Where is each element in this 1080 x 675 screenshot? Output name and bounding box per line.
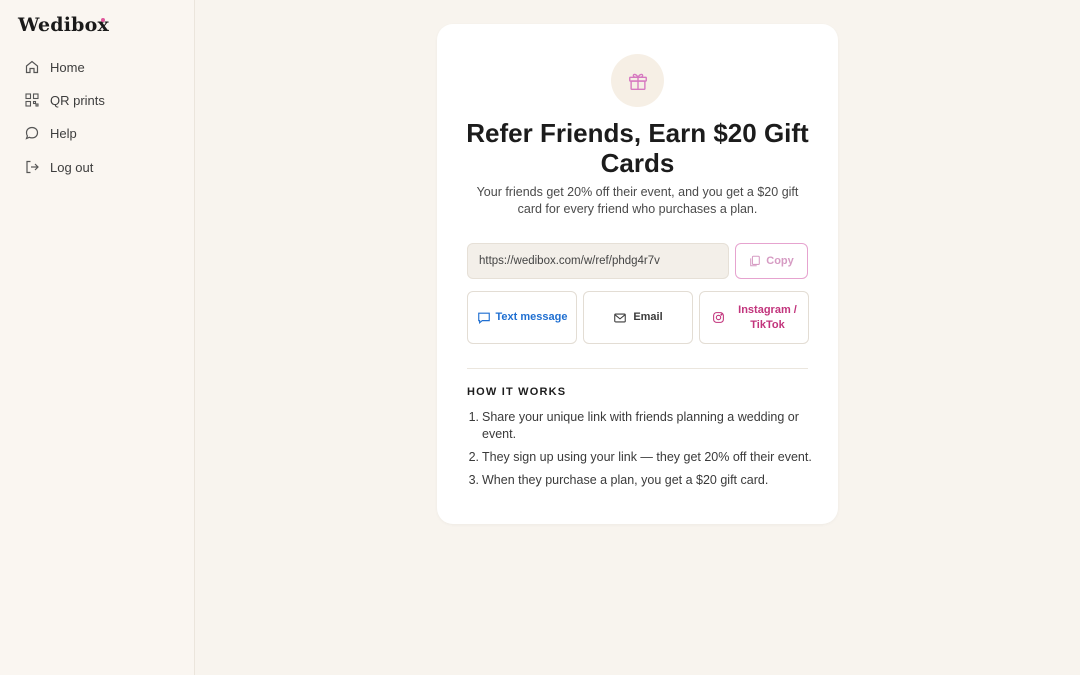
copy-button[interactable]: Copy bbox=[735, 243, 808, 279]
step-text: Share your unique link with friends plan… bbox=[482, 410, 799, 441]
mail-icon bbox=[614, 313, 627, 322]
step-text: When they purchase a plan, you get a $20… bbox=[482, 473, 769, 487]
logout-icon bbox=[26, 160, 39, 174]
how-it-works-title: HOW IT WORKS bbox=[467, 386, 567, 398]
sidebar-item-qr-prints[interactable]: QR prints bbox=[22, 86, 182, 114]
sidebar-item-log-out[interactable]: Log out bbox=[22, 153, 182, 181]
step-number: 3. bbox=[468, 473, 479, 487]
logo[interactable]: Wedibox bbox=[18, 14, 109, 36]
referral-card: Refer Friends, Earn $20 Gift Cards Your … bbox=[437, 24, 838, 524]
list-item: 3. When they purchase a plan, you get a … bbox=[467, 472, 812, 489]
list-item: 2. They sign up using your link — they g… bbox=[467, 449, 812, 466]
instagram-icon bbox=[712, 312, 724, 323]
list-item: 1. Share your unique link with friends p… bbox=[467, 409, 812, 443]
page-title: Refer Friends, Earn $20 Gift Cards bbox=[466, 118, 809, 178]
chat-bubble-icon bbox=[25, 126, 39, 140]
divider bbox=[467, 368, 808, 369]
qr-icon bbox=[25, 93, 39, 107]
copy-button-label: Copy bbox=[766, 255, 794, 267]
text-message-label: Text message bbox=[495, 311, 568, 323]
email-label: Email bbox=[633, 311, 663, 323]
gift-icon-circle bbox=[611, 54, 664, 107]
referral-link-field[interactable]: https://wedibox.com/w/ref/phdg4r7v bbox=[467, 243, 729, 279]
sidebar: Wedibox Home QR prints Help Log out bbox=[0, 0, 195, 675]
email-button[interactable]: Email bbox=[583, 291, 693, 344]
sidebar-item-label: Help bbox=[50, 125, 77, 141]
page-subtitle: Your friends get 20% off their event, an… bbox=[476, 185, 799, 216]
instagram-tiktok-button[interactable]: Instagram / TikTok bbox=[699, 291, 809, 344]
how-it-works-list: 1. Share your unique link with friends p… bbox=[467, 409, 812, 495]
text-message-button[interactable]: Text message bbox=[467, 291, 577, 344]
sidebar-item-help[interactable]: Help bbox=[22, 119, 182, 147]
sidebar-item-home[interactable]: Home bbox=[22, 53, 182, 81]
step-text: They sign up using your link — they get … bbox=[482, 450, 812, 464]
copy-icon bbox=[750, 255, 761, 267]
step-number: 1. bbox=[468, 410, 479, 424]
home-icon bbox=[25, 60, 39, 74]
gift-icon bbox=[628, 73, 647, 90]
step-number: 2. bbox=[468, 450, 479, 464]
logo-dot bbox=[101, 18, 105, 22]
sidebar-item-label: Log out bbox=[50, 159, 94, 175]
message-icon bbox=[477, 312, 490, 324]
sidebar-item-label: Home bbox=[50, 59, 85, 75]
sidebar-item-label: QR prints bbox=[50, 92, 105, 108]
instagram-label: Instagram / TikTok bbox=[738, 303, 797, 331]
